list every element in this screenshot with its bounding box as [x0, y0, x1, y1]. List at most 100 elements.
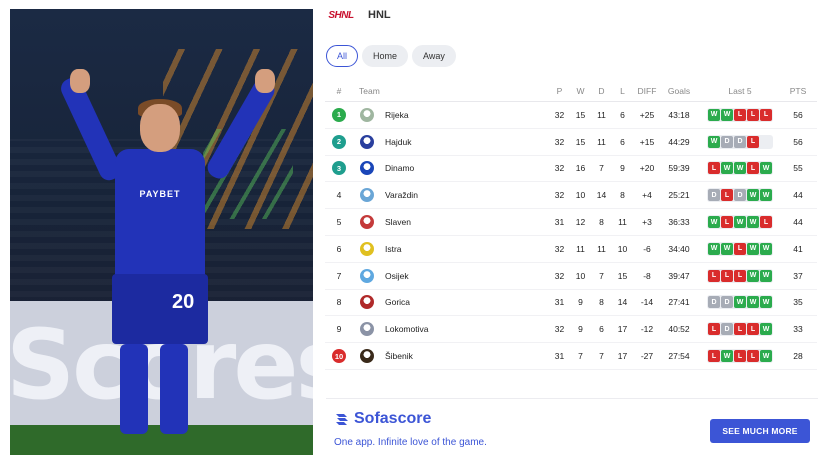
- table-row[interactable]: 9 Lokomotiva 32 9 6 17 -12 40:52 L D L L W 33: [325, 316, 817, 344]
- stat-lost: 11: [618, 217, 627, 228]
- table-row[interactable]: 1 Rijeka 32 15 11 6 +25 43:18 W W L L L 56: [325, 102, 817, 129]
- form-result[interactable]: W: [721, 242, 733, 255]
- filter-all[interactable]: All: [326, 45, 359, 67]
- form-result[interactable]: W: [747, 242, 759, 255]
- form-result[interactable]: D: [734, 189, 746, 202]
- team-name[interactable]: Varaždin: [381, 190, 549, 200]
- team-name[interactable]: Istra: [381, 244, 549, 254]
- position-badge: 10: [332, 349, 346, 364]
- table-row[interactable]: 4 Varaždin 32 10 14 8 +4 25:21 D L D W W 44: [325, 182, 817, 210]
- form-result[interactable]: W: [747, 296, 759, 309]
- form-result[interactable]: W: [734, 296, 746, 309]
- form-result[interactable]: L: [708, 162, 720, 175]
- form-result[interactable]: D: [734, 135, 746, 148]
- form-result[interactable]: W: [760, 189, 772, 202]
- filter-away[interactable]: Away: [412, 45, 456, 67]
- team-name[interactable]: Gorica: [381, 297, 549, 307]
- position-number: 7: [336, 270, 342, 281]
- form-result[interactable]: W: [760, 269, 772, 282]
- form-result[interactable]: W: [708, 216, 720, 229]
- see-much-more-button[interactable]: SEE MUCH MORE: [710, 419, 810, 443]
- stat-diff: +3: [642, 217, 652, 228]
- stat-diff: -6: [643, 243, 651, 254]
- stat-played: 32: [554, 243, 565, 254]
- header-won: W: [576, 85, 585, 96]
- team-name[interactable]: Rijeka: [381, 110, 549, 120]
- player-right-fist: [255, 69, 275, 93]
- table-row[interactable]: 10 Šibenik 31 7 7 17 -27 27:54 L W L L W 28: [325, 343, 817, 370]
- team-name[interactable]: Hajduk: [381, 137, 549, 147]
- form-result[interactable]: L: [747, 350, 759, 363]
- player-head: [140, 104, 180, 152]
- league-logo-icon: SHNL: [326, 8, 356, 22]
- form-result[interactable]: [760, 136, 772, 148]
- form-result[interactable]: W: [734, 216, 746, 229]
- form-result[interactable]: L: [708, 323, 720, 336]
- form-result[interactable]: W: [708, 108, 720, 121]
- stat-diff: -27: [640, 351, 654, 362]
- team-name[interactable]: Slaven: [381, 217, 549, 227]
- form-result[interactable]: W: [747, 216, 759, 229]
- team-name[interactable]: Lokomotiva: [381, 324, 549, 334]
- form-result[interactable]: W: [760, 162, 772, 175]
- form-result[interactable]: L: [760, 108, 772, 121]
- form-result[interactable]: D: [721, 135, 733, 148]
- table-row[interactable]: 6 Istra 32 11 11 10 -6 34:40 W W L W W 41: [325, 236, 817, 263]
- stat-played: 32: [554, 190, 565, 201]
- form-result[interactable]: L: [760, 216, 772, 229]
- form-result[interactable]: W: [734, 162, 746, 175]
- sofascore-brand[interactable]: Sofascore: [334, 410, 431, 428]
- form-result[interactable]: D: [721, 323, 733, 336]
- form-result[interactable]: L: [747, 323, 759, 336]
- stat-lost: 15: [617, 270, 628, 281]
- form-result[interactable]: W: [747, 269, 759, 282]
- form-result[interactable]: D: [708, 189, 720, 202]
- form-result[interactable]: W: [721, 162, 733, 175]
- form-result[interactable]: W: [708, 135, 720, 148]
- table-row[interactable]: 8 Gorica 31 9 8 14 -14 27:41 D D W W W 35: [325, 290, 817, 317]
- filter-home[interactable]: Home: [362, 45, 409, 67]
- stat-points: 33: [793, 324, 803, 335]
- form-result[interactable]: W: [747, 189, 759, 202]
- team-name[interactable]: Dinamo: [381, 163, 549, 173]
- stat-lost: 17: [617, 351, 628, 362]
- form-result[interactable]: W: [708, 242, 720, 255]
- team-name[interactable]: Osijek: [381, 271, 549, 281]
- position-number: 9: [336, 324, 342, 335]
- form-result[interactable]: D: [708, 296, 720, 309]
- form-result[interactable]: D: [721, 296, 733, 309]
- form-result[interactable]: L: [708, 350, 720, 363]
- form-result[interactable]: L: [734, 323, 746, 336]
- form-result[interactable]: W: [760, 323, 772, 336]
- table-row[interactable]: 5 Slaven 31 12 8 11 +3 36:33 W L W W L 44: [325, 209, 817, 236]
- sofascore-promo: Sofascore One app. Infinite love of the …: [326, 398, 818, 460]
- table-row[interactable]: 2 Hajduk 32 15 11 6 +15 44:29 W D D L 56: [325, 129, 817, 156]
- form-result[interactable]: L: [747, 162, 759, 175]
- form-result[interactable]: L: [747, 108, 759, 121]
- stat-played: 32: [554, 136, 565, 147]
- form-result[interactable]: W: [760, 242, 772, 255]
- form-result[interactable]: W: [760, 296, 772, 309]
- table-row[interactable]: 7 Osijek 32 10 7 15 -8 39:47 L L L W W 37: [325, 263, 817, 290]
- league-header[interactable]: SHNL HNL: [326, 8, 390, 22]
- form-strip: WDDL: [707, 134, 773, 149]
- stat-goals: 39:47: [668, 270, 690, 281]
- form-strip: LDLLW: [707, 322, 773, 337]
- row-position: 3: [325, 161, 353, 176]
- team-name[interactable]: Šibenik: [381, 351, 549, 361]
- form-result[interactable]: L: [734, 350, 746, 363]
- form-result[interactable]: L: [708, 269, 720, 282]
- form-result[interactable]: L: [721, 269, 733, 282]
- form-result[interactable]: L: [734, 269, 746, 282]
- form-result[interactable]: W: [721, 350, 733, 363]
- form-result[interactable]: L: [721, 189, 733, 202]
- stat-points: 44: [793, 190, 803, 201]
- form-result[interactable]: W: [760, 350, 772, 363]
- form-result[interactable]: L: [734, 242, 746, 255]
- form-result[interactable]: L: [747, 135, 759, 148]
- form-result[interactable]: W: [721, 108, 733, 121]
- form-result[interactable]: L: [734, 108, 746, 121]
- table-row[interactable]: 3 Dinamo 32 16 7 9 +20 59:39 L W W L W 55: [325, 156, 817, 183]
- form-result[interactable]: L: [721, 216, 733, 229]
- team-logo: [353, 268, 381, 283]
